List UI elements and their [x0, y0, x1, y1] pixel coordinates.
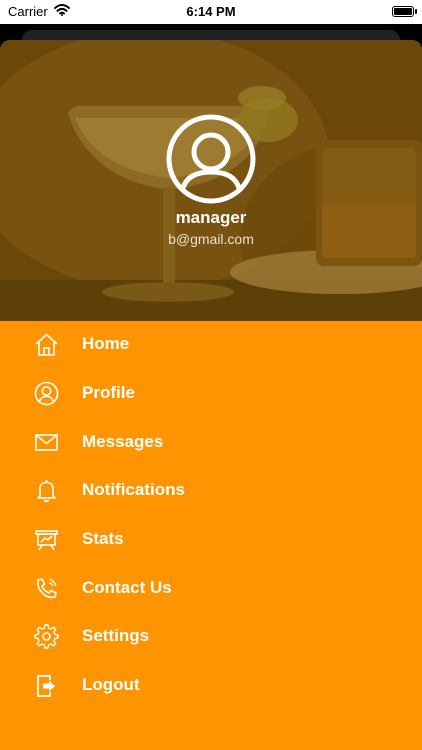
status-time: 6:14 PM [186, 4, 236, 19]
menu-label-messages: Messages [82, 432, 164, 451]
menu-label-contact-us: Contact Us [82, 578, 172, 597]
logout-icon [34, 673, 59, 698]
gear-icon [34, 624, 59, 649]
menu-item-stats[interactable]: Stats [0, 516, 422, 562]
avatar[interactable] [166, 114, 256, 204]
menu-item-logout[interactable]: Logout [0, 662, 422, 708]
profile-name: manager [175, 208, 247, 227]
profile-header: manager b@gmail.com [0, 40, 422, 321]
mail-icon [34, 430, 59, 455]
menu-item-profile[interactable]: Profile [0, 370, 422, 416]
battery-icon [392, 6, 417, 17]
menu-label-settings: Settings [82, 626, 150, 645]
bell-icon [34, 478, 59, 503]
menu-list: Home Profile Messages Notifications Stat… [0, 321, 422, 750]
profile-email: b@gmail.com [168, 231, 254, 247]
menu-label-profile: Profile [82, 383, 135, 402]
side-menu-sheet: manager b@gmail.com Home Profile Message… [0, 40, 422, 750]
menu-item-messages[interactable]: Messages [0, 419, 422, 465]
menu-label-notifications: Notifications [82, 480, 185, 499]
home-icon [34, 332, 59, 357]
status-bar: Carrier 6:14 PM [0, 0, 422, 24]
menu-item-home[interactable]: Home [0, 321, 422, 367]
menu-item-settings[interactable]: Settings [0, 613, 422, 659]
menu-item-notifications[interactable]: Notifications [0, 467, 422, 513]
menu-label-stats: Stats [82, 529, 124, 548]
menu-label-logout: Logout [82, 675, 140, 694]
user-icon [34, 381, 59, 406]
phone-icon [34, 576, 59, 601]
menu-label-home: Home [82, 334, 130, 353]
chart-board-icon [34, 527, 59, 552]
user-avatar-icon [166, 114, 256, 204]
menu-item-contact-us[interactable]: Contact Us [0, 565, 422, 611]
